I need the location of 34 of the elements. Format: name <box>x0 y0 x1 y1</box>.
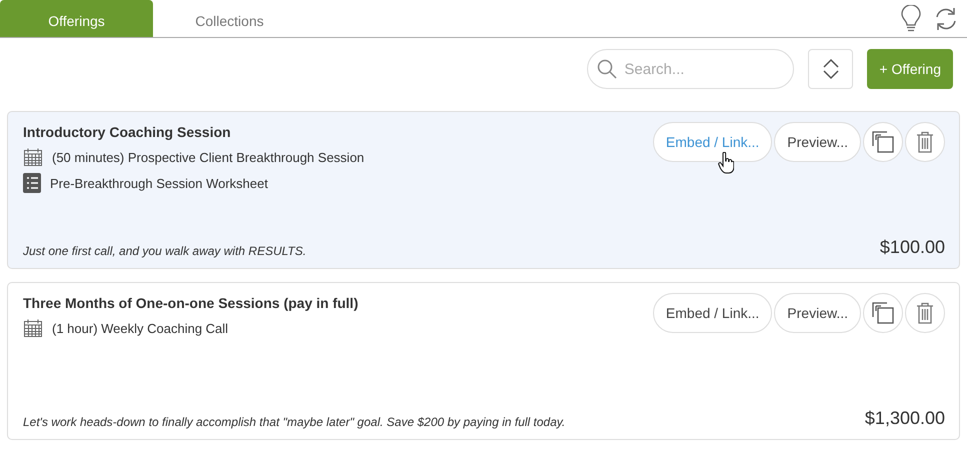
offering-price: $100.00 <box>880 237 945 258</box>
hand-cursor-icon <box>718 152 734 174</box>
lightbulb-icon[interactable] <box>901 4 921 32</box>
copy-icon <box>872 302 894 324</box>
delete-button[interactable] <box>905 293 945 333</box>
offering-price: $1,300.00 <box>864 408 945 429</box>
preview-button[interactable]: Preview... <box>774 122 861 162</box>
tab[interactable]: Collections <box>153 0 306 37</box>
item-label: (1 hour) Weekly Coaching Call <box>52 320 228 336</box>
calendar-icon <box>23 318 43 338</box>
offering-title: Introductory Coaching Session <box>23 124 232 140</box>
embed-link-button[interactable]: Embed / Link... <box>652 122 772 162</box>
offering-description: Just one first call, and you walk away with RESULTS. <box>23 244 306 258</box>
sort-button[interactable] <box>808 49 854 89</box>
copy-icon <box>872 131 894 153</box>
offering-description: Let's work heads-down to finally accomplish that "maybe later" goal. Save $200 by paying in full today. <box>23 415 566 429</box>
search-field[interactable]: Search... <box>587 49 794 89</box>
offering-card[interactable] <box>7 282 960 440</box>
delete-button[interactable] <box>905 122 945 162</box>
calendar-icon <box>23 147 43 167</box>
add-offering-button[interactable]: + Offering <box>867 49 953 89</box>
chevrons-icon <box>822 58 840 80</box>
embed-link-button[interactable]: Embed / Link... <box>652 293 772 333</box>
preview-button[interactable]: Preview... <box>774 293 861 333</box>
item-label: (50 minutes) Prospective Client Breakthrough Session <box>52 150 364 164</box>
offering-title: Three Months of One-on-one Sessions (pay in full) <box>23 295 358 311</box>
trash-icon <box>916 302 934 324</box>
duplicate-button[interactable] <box>863 122 903 162</box>
duplicate-button[interactable] <box>863 293 903 333</box>
tab[interactable]: Offerings <box>0 0 153 37</box>
list-icon <box>23 173 41 193</box>
item-label: Pre-Breakthrough Session Worksheet <box>50 176 268 190</box>
trash-icon <box>916 131 934 153</box>
offering-card[interactable] <box>7 111 960 269</box>
